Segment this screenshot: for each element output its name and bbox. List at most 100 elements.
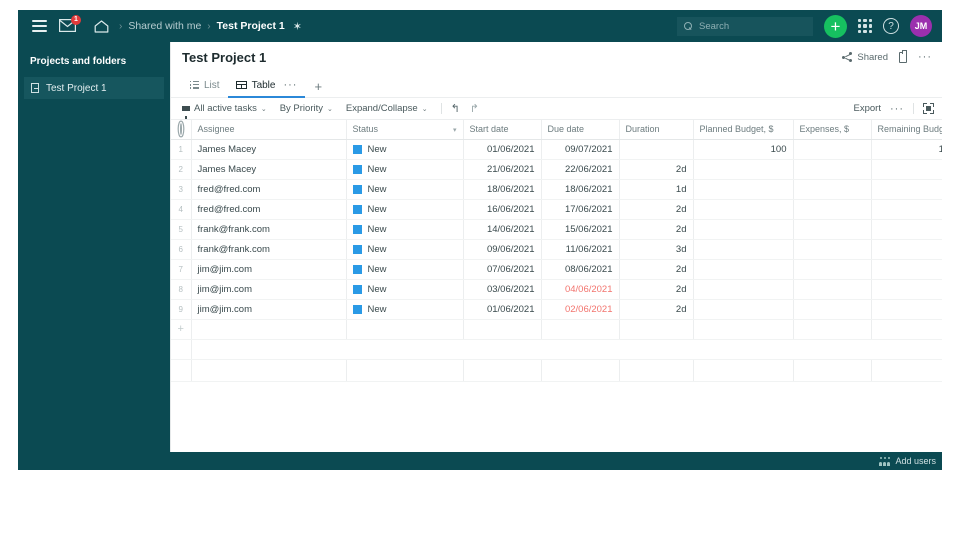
cell-assignee[interactable]: frank@frank.com [191, 219, 347, 240]
filter-dropdown[interactable]: All active tasks ⌄ [182, 103, 267, 119]
cell-due-date[interactable]: 22/06/2021 [541, 159, 620, 180]
add-task-empty-cell[interactable] [793, 319, 872, 340]
cell-expenses[interactable] [793, 279, 872, 300]
cell-remaining-budget[interactable] [871, 259, 942, 280]
cell-remaining-budget[interactable]: 100 [871, 139, 942, 160]
messages-button[interactable]: 1 [59, 15, 85, 33]
cell-assignee[interactable]: frank@frank.com [191, 239, 347, 260]
cell-start-date[interactable]: 03/06/2021 [463, 279, 542, 300]
cell-status[interactable]: New [346, 139, 464, 160]
add-task-cell[interactable]: + [171, 319, 192, 340]
table-row[interactable]: 3 fred@fred.com New 18/06/2021 18/06/2021 1d [171, 179, 942, 200]
cell-planned-budget[interactable] [693, 279, 794, 300]
cell-expenses[interactable] [793, 139, 872, 160]
add-task-empty-cell[interactable] [346, 319, 464, 340]
cell-planned-budget[interactable] [693, 299, 794, 320]
column-header-due-date[interactable]: Due date [541, 120, 620, 140]
app-launcher-icon[interactable] [858, 19, 872, 33]
table-row[interactable]: 2 James Macey New 21/06/2021 22/06/2021 2d [171, 159, 942, 180]
cell-remaining-budget[interactable] [871, 299, 942, 320]
group-by-dropdown[interactable]: By Priority ⌄ [280, 103, 333, 114]
cell-remaining-budget[interactable] [871, 159, 942, 180]
column-header-start-date[interactable]: Start date [463, 120, 542, 140]
add-users-label[interactable]: Add users [895, 456, 936, 466]
cell-status[interactable]: New [346, 179, 464, 200]
breadcrumb-shared-with-me[interactable]: Shared with me [128, 20, 201, 32]
cell-expenses[interactable] [793, 239, 872, 260]
share-button[interactable]: Shared [842, 52, 888, 63]
column-header-expenses[interactable]: Expenses, $ [793, 120, 872, 140]
breadcrumb-current-project[interactable]: Test Project 1 [217, 20, 285, 32]
cell-expenses[interactable] [793, 159, 872, 180]
cell-start-date[interactable]: 21/06/2021 [463, 159, 542, 180]
tab-more-button[interactable]: ··· [283, 80, 297, 91]
redo-button[interactable]: ↱ [470, 102, 479, 115]
cell-planned-budget[interactable]: 100 [693, 139, 794, 160]
clipboard-icon[interactable] [899, 50, 907, 63]
column-header-planned-budget[interactable]: Planned Budget, $ [693, 120, 794, 140]
cell-assignee[interactable]: James Macey [191, 159, 347, 180]
cell-start-date[interactable]: 01/06/2021 [463, 139, 542, 160]
table-row[interactable]: 7 jim@jim.com New 07/06/2021 08/06/2021 2d [171, 259, 942, 280]
add-task-empty-cell[interactable] [619, 319, 694, 340]
cell-remaining-budget[interactable] [871, 279, 942, 300]
cell-status[interactable]: New [346, 259, 464, 280]
hamburger-menu-button[interactable] [32, 20, 47, 32]
cell-duration[interactable]: 2d [619, 259, 694, 280]
cell-assignee[interactable]: jim@jim.com [191, 259, 347, 280]
cell-assignee[interactable]: jim@jim.com [191, 299, 347, 320]
chevron-down-icon[interactable]: ▾ [453, 126, 457, 134]
cell-start-date[interactable]: 18/06/2021 [463, 179, 542, 200]
cell-duration[interactable]: 2d [619, 219, 694, 240]
column-header-assignee[interactable]: Assignee [191, 120, 347, 140]
tab-table[interactable]: Table ··· [227, 73, 306, 98]
column-header-settings[interactable] [171, 120, 192, 140]
add-task-empty-cell[interactable] [191, 319, 347, 340]
task-table-container[interactable]: Assignee Status ▾ Start date Due date Du… [171, 120, 942, 465]
expand-collapse-dropdown[interactable]: Expand/Collapse ⌄ [346, 103, 428, 114]
cell-planned-budget[interactable] [693, 179, 794, 200]
project-more-button[interactable]: ··· [918, 52, 932, 63]
cell-duration[interactable]: 2d [619, 199, 694, 220]
cell-due-date[interactable]: 11/06/2021 [541, 239, 620, 260]
cell-expenses[interactable] [793, 219, 872, 240]
cell-start-date[interactable]: 14/06/2021 [463, 219, 542, 240]
add-task-empty-cell[interactable] [871, 319, 942, 340]
cell-due-date[interactable]: 09/07/2021 [541, 139, 620, 160]
cell-expenses[interactable] [793, 199, 872, 220]
cell-start-date[interactable]: 07/06/2021 [463, 259, 542, 280]
cell-remaining-budget[interactable] [871, 179, 942, 200]
create-new-button[interactable]: + [824, 14, 847, 38]
cell-remaining-budget[interactable] [871, 219, 942, 240]
search-input[interactable]: Search [677, 16, 813, 36]
cell-start-date[interactable]: 01/06/2021 [463, 299, 542, 320]
cell-due-date[interactable]: 02/06/2021 [541, 299, 620, 320]
table-row[interactable]: 5 frank@frank.com New 14/06/2021 15/06/2021 2… [171, 219, 942, 240]
add-task-empty-cell[interactable] [463, 319, 542, 340]
cell-start-date[interactable]: 16/06/2021 [463, 199, 542, 220]
cell-status[interactable]: New [346, 199, 464, 220]
toolbar-more-button[interactable]: ··· [890, 103, 904, 114]
cell-assignee[interactable]: James Macey [191, 139, 347, 160]
table-row[interactable]: 8 jim@jim.com New 03/06/2021 04/06/2021 2d [171, 279, 942, 300]
column-header-remaining-budget[interactable]: Remaining Budge... [871, 120, 942, 140]
cell-duration[interactable]: 2d [619, 159, 694, 180]
cell-status[interactable]: New [346, 219, 464, 240]
help-button[interactable]: ? [883, 18, 899, 34]
column-header-duration[interactable]: Duration [619, 120, 694, 140]
table-row[interactable]: 6 frank@frank.com New 09/06/2021 11/06/2021 3… [171, 239, 942, 260]
cell-assignee[interactable]: jim@jim.com [191, 279, 347, 300]
sidebar-item-test-project-1[interactable]: Test Project 1 [24, 77, 164, 99]
cell-duration[interactable] [619, 139, 694, 160]
cell-remaining-budget[interactable] [871, 199, 942, 220]
export-button[interactable]: Export [854, 103, 881, 114]
cell-due-date[interactable]: 04/06/2021 [541, 279, 620, 300]
cell-due-date[interactable]: 08/06/2021 [541, 259, 620, 280]
column-header-status[interactable]: Status ▾ [346, 120, 464, 140]
table-row[interactable]: 4 fred@fred.com New 16/06/2021 17/06/2021 2d [171, 199, 942, 220]
cell-expenses[interactable] [793, 259, 872, 280]
add-task-empty-cell[interactable] [693, 319, 794, 340]
cell-status[interactable]: New [346, 279, 464, 300]
cell-planned-budget[interactable] [693, 259, 794, 280]
cell-due-date[interactable]: 18/06/2021 [541, 179, 620, 200]
